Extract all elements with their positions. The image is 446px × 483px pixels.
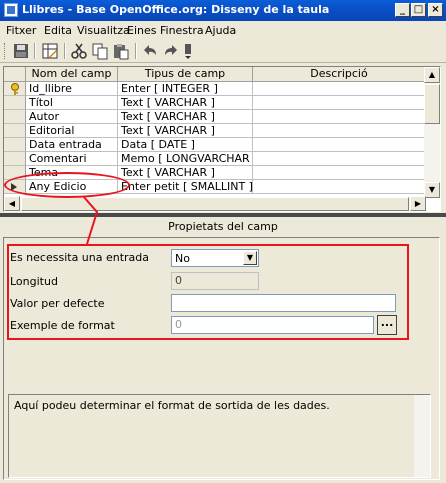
scroll-down-button[interactable]: ▼ <box>424 182 440 198</box>
description-cell[interactable] <box>253 110 426 124</box>
toolbar-separator <box>34 43 36 59</box>
row-header[interactable] <box>4 152 26 166</box>
row-header[interactable] <box>4 124 26 138</box>
table-row[interactable]: Data entrada Data [ DATE ] <box>4 138 428 152</box>
field-name-cell[interactable]: Títol <box>26 96 118 110</box>
window-title: Llibres - Base OpenOffice.org: Disseny d… <box>22 3 330 16</box>
menu-visualitza[interactable]: Visualitza <box>77 24 130 37</box>
primary-key-icon <box>11 83 19 95</box>
description-cell[interactable] <box>253 138 426 152</box>
column-header-field-type[interactable]: Tipus de camp <box>118 67 253 82</box>
horizontal-scroll-thumb[interactable] <box>21 197 409 211</box>
scroll-up-button[interactable]: ▲ <box>424 67 440 83</box>
description-cell[interactable] <box>253 152 426 166</box>
menu-fitxer[interactable]: Fitxer <box>6 24 36 37</box>
minimize-button[interactable]: _ <box>395 3 410 17</box>
field-type-cell[interactable]: Text [ VARCHAR ] <box>118 124 253 138</box>
toolbar-grip[interactable] <box>4 43 7 59</box>
toolbar-separator <box>135 43 137 59</box>
table-horizontal-scrollbar[interactable]: ◀ ▶ <box>4 196 426 211</box>
field-type-cell[interactable]: Text [ VARCHAR ] <box>118 166 253 180</box>
row-header-corner <box>4 67 26 82</box>
table-row[interactable]: Comentari Memo [ LONGVARCHAR ] <box>4 152 428 166</box>
scroll-left-button[interactable]: ◀ <box>4 196 20 211</box>
field-type-cell[interactable]: Enter [ INTEGER ] <box>118 82 253 96</box>
properties-title: Propietats del camp <box>168 220 278 233</box>
maximize-button[interactable]: □ <box>411 3 426 17</box>
help-text-area: Aquí podeu determinar el format de sorti… <box>8 394 431 478</box>
table-vertical-scrollbar[interactable]: ▲ ▼ <box>424 67 440 198</box>
table-row[interactable]: Editorial Text [ VARCHAR ] <box>4 124 428 138</box>
scroll-thumb[interactable] <box>424 84 440 124</box>
table-row[interactable]: Títol Text [ VARCHAR ] <box>4 96 428 110</box>
toolbar-separator <box>64 43 66 59</box>
table-row[interactable]: Autor Text [ VARCHAR ] <box>4 110 428 124</box>
field-name-cell[interactable]: Editorial <box>26 124 118 138</box>
row-header[interactable] <box>4 96 26 110</box>
description-cell[interactable] <box>253 166 426 180</box>
undo-icon[interactable] <box>141 42 159 60</box>
paste-icon[interactable] <box>112 42 130 60</box>
toolbar <box>0 39 446 63</box>
field-name-cell[interactable]: Data entrada <box>26 138 118 152</box>
copy-icon[interactable] <box>91 42 109 60</box>
help-text: Aquí podeu determinar el format de sorti… <box>14 399 330 412</box>
table-design-icon[interactable] <box>41 42 59 60</box>
description-cell[interactable] <box>253 82 426 96</box>
field-type-cell[interactable]: Memo [ LONGVARCHAR ] <box>118 152 253 166</box>
menu-bar: Fitxer Edita Visualitza Eines Finestra A… <box>0 21 446 39</box>
column-header-field-name[interactable]: Nom del camp <box>26 67 118 82</box>
field-type-cell[interactable]: Text [ VARCHAR ] <box>118 110 253 124</box>
field-name-cell[interactable]: Id_llibre <box>26 82 118 96</box>
table-row[interactable]: Id_llibre Enter [ INTEGER ] <box>4 82 428 96</box>
field-type-cell[interactable]: Data [ DATE ] <box>118 138 253 152</box>
annotation-ellipse <box>4 172 130 198</box>
annotation-box <box>7 244 409 340</box>
description-cell[interactable] <box>253 96 426 110</box>
menu-eines[interactable]: Eines <box>127 24 156 37</box>
column-header-description[interactable]: Descripció <box>253 67 426 82</box>
row-header[interactable] <box>4 138 26 152</box>
field-name-cell[interactable]: Autor <box>26 110 118 124</box>
field-type-cell[interactable]: Text [ VARCHAR ] <box>118 96 253 110</box>
row-header[interactable] <box>4 82 26 96</box>
description-cell[interactable] <box>253 124 426 138</box>
help-scrollbar[interactable] <box>414 395 430 477</box>
description-cell[interactable] <box>253 180 426 194</box>
close-button[interactable]: × <box>428 3 443 17</box>
field-type-cell[interactable]: Enter petit [ SMALLINT ] <box>118 180 253 194</box>
field-name-cell[interactable]: Comentari <box>26 152 118 166</box>
cut-icon[interactable] <box>70 42 88 60</box>
menu-edita[interactable]: Edita <box>44 24 72 37</box>
redo-icon[interactable] <box>162 42 180 60</box>
title-bar: Llibres - Base OpenOffice.org: Disseny d… <box>0 0 446 21</box>
row-header[interactable] <box>4 110 26 124</box>
menu-ajuda[interactable]: Ajuda <box>205 24 236 37</box>
save-icon[interactable] <box>12 42 30 60</box>
toolbar-overflow-icon[interactable] <box>183 42 193 60</box>
app-icon <box>4 3 18 17</box>
scroll-right-button[interactable]: ▶ <box>410 196 426 211</box>
menu-finestra[interactable]: Finestra <box>160 24 204 37</box>
